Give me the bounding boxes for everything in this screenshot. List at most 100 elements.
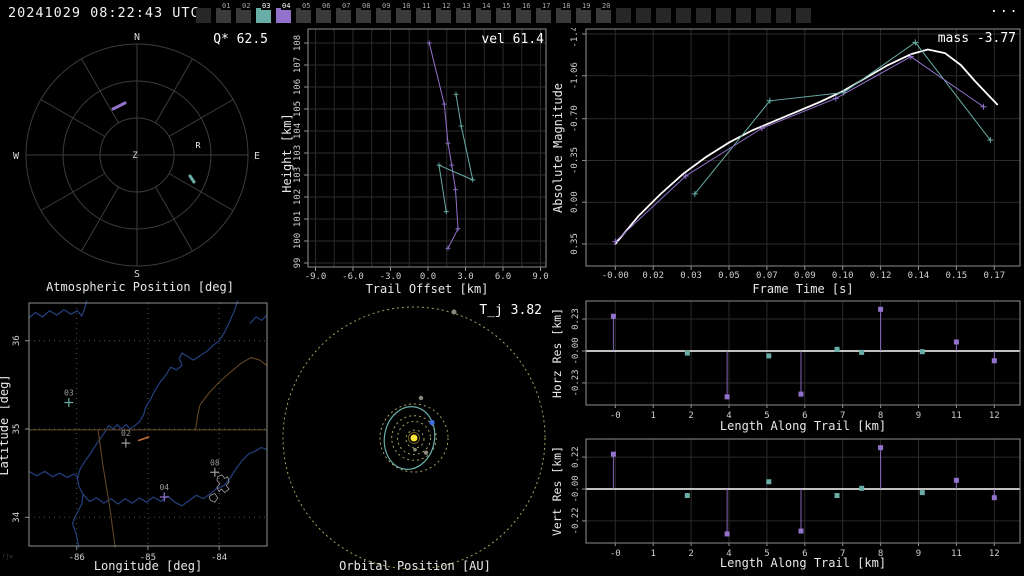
camera-tab-12[interactable] — [436, 8, 451, 23]
svg-text:108: 108 — [293, 35, 303, 51]
stations: 03 02 04 08 — [64, 389, 220, 502]
svg-text:36: 36 — [12, 335, 22, 346]
top-bar: 20241029 08:22:43 UTC 01 02 03 04 05 06 07 08 09… — [0, 0, 1024, 28]
vel-ylabel: Height [km] — [280, 113, 294, 192]
svg-text:-0.00: -0.00 — [571, 475, 581, 502]
svg-text:103: 103 — [293, 145, 303, 161]
camera-tab-07[interactable] — [336, 8, 351, 23]
svg-text:N: N — [134, 32, 140, 43]
vel-grid — [308, 29, 546, 267]
panel-map: 03 02 04 08 -86 -85 -84 36 35 34 Latitude [deg] Lo… — [0, 298, 280, 576]
camera-tab-06[interactable] — [316, 8, 331, 23]
camera-tab-blank-0[interactable] — [196, 8, 211, 23]
tisserand-annotation: T_j 3.82 — [479, 303, 542, 318]
camera-tab-label: 01 — [221, 2, 232, 10]
camera-tab-blank-29[interactable] — [776, 8, 791, 23]
camera-tab-label: 06 — [321, 2, 332, 10]
svg-text:104: 104 — [293, 123, 303, 139]
camera-tab-label: 15 — [501, 2, 512, 10]
svg-text:-0.70: -0.70 — [570, 105, 580, 132]
svg-text:Absolute Magnitude: Absolute Magnitude — [551, 83, 565, 213]
camera-tab-14[interactable] — [476, 8, 491, 23]
sun-dot — [408, 432, 420, 444]
svg-text:0.35: 0.35 — [570, 233, 580, 255]
svg-text:0.23: 0.23 — [571, 308, 581, 330]
camera-tab-label: 08 — [361, 2, 372, 10]
svg-text:100: 100 — [293, 233, 303, 249]
res-ylabel: Vert Res [km] — [550, 446, 564, 536]
res-grid — [586, 301, 1020, 405]
svg-text:0.17: 0.17 — [983, 271, 1005, 281]
svg-text:08: 08 — [210, 458, 220, 467]
mass-annotation: mass -3.77 — [937, 31, 1016, 46]
map-ticks: -86 -85 -84363534 — [12, 335, 227, 563]
atmospheric-position-canvas: N S E W Z R — [13, 32, 260, 280]
svg-text:E: E — [254, 151, 260, 162]
camera-tab-label: 17 — [541, 2, 552, 10]
vert-res-xlabel: Length Along Trail [km] — [719, 556, 887, 570]
camera-tab-blank-23[interactable] — [656, 8, 671, 23]
svg-text:9.0: 9.0 — [532, 272, 548, 282]
res-frame — [585, 438, 1021, 544]
camera-tab-02[interactable] — [236, 8, 251, 23]
frame-time-xlabel: Frame Time [s] — [752, 282, 854, 296]
camera-tab-blank-26[interactable] — [716, 8, 731, 23]
mass-ylabel: Absolute Magnitude — [551, 83, 565, 213]
longitude-xlabel: Longitude [deg] — [93, 559, 203, 573]
camera-tab-blank-25[interactable] — [696, 8, 711, 23]
camera-tab-17[interactable] — [536, 8, 551, 23]
camera-tab-05[interactable] — [296, 8, 311, 23]
camera-tab-11[interactable] — [416, 8, 431, 23]
svg-text:0.14: 0.14 — [908, 271, 930, 281]
camera-tab-blank-27[interactable] — [736, 8, 751, 23]
camera-tab-10[interactable] — [396, 8, 411, 23]
svg-text:34: 34 — [12, 512, 22, 523]
svg-text:35: 35 — [12, 424, 22, 435]
res-frame — [585, 300, 1021, 406]
timestamp: 20241029 08:22:43 UTC — [8, 5, 200, 21]
panel-atmospheric-position: N S E W Z R Q* 62.5 Atmospheric Position [deg… — [0, 28, 280, 298]
svg-text:106: 106 — [293, 79, 303, 95]
camera-tab-13[interactable] — [456, 8, 471, 23]
camera-tab-blank-30[interactable] — [796, 8, 811, 23]
svg-text:6.0: 6.0 — [495, 272, 511, 282]
camera-tab-blank-24[interactable] — [676, 8, 691, 23]
svg-text:04: 04 — [159, 483, 169, 492]
camera-tab-blank-21[interactable] — [616, 8, 631, 23]
overflow-menu[interactable]: ... — [990, 1, 1019, 16]
res-ylabel: Horz Res [km] — [550, 308, 564, 398]
camera-tab-19[interactable] — [576, 8, 591, 23]
camera-tab-08[interactable] — [356, 8, 371, 23]
res-grid — [586, 439, 1020, 543]
camera-tab-label: 02 — [241, 2, 252, 10]
camera-tab-label: 20 — [601, 2, 612, 10]
svg-text:-6.0: -6.0 — [342, 272, 364, 282]
svg-text:0.02: 0.02 — [642, 271, 664, 281]
camera-tab-16[interactable] — [516, 8, 531, 23]
meteor-ground-track — [137, 436, 150, 442]
camera-tab-15[interactable] — [496, 8, 511, 23]
camera-tab-18[interactable] — [556, 8, 571, 23]
camera-tab-01[interactable] — [216, 8, 231, 23]
map-canvas: 03020408-86 -85 -84363534Latitude [deg] — [0, 300, 268, 563]
panel-vert-residuals: -0 1 2 4 5 6 7 8 9 11 12 0.22 -0.00 -0.22 Vert Res [km… — [550, 437, 1024, 576]
res-ticks: -0 1 2 4 5 6 7 8 9 11 120.22-0.00-0.22 — [571, 446, 1000, 559]
mass-grid — [586, 29, 1020, 266]
svg-text:-1.06: -1.06 — [570, 62, 580, 89]
svg-text:107: 107 — [293, 57, 303, 73]
camera-tab-04[interactable] — [276, 8, 291, 23]
velocity-annotation: vel 61.4 — [481, 32, 544, 47]
camera-tab-label: 03 — [261, 2, 272, 10]
camera-tab-blank-28[interactable] — [756, 8, 771, 23]
camera-tab-label: 04 — [281, 2, 292, 10]
svg-text:Vert Res [km]: Vert Res [km] — [550, 446, 564, 536]
svg-text:0.00: 0.00 — [570, 191, 580, 213]
camera-tab-03[interactable] — [256, 8, 271, 23]
camera-tab-20[interactable] — [596, 8, 611, 23]
camera-tab-label: 18 — [561, 2, 572, 10]
svg-text:0.12: 0.12 — [870, 271, 892, 281]
svg-text:-1.41: -1.41 — [570, 28, 580, 48]
camera-tab-blank-22[interactable] — [636, 8, 651, 23]
camera-tab-label: 05 — [301, 2, 312, 10]
camera-tab-09[interactable] — [376, 8, 391, 23]
